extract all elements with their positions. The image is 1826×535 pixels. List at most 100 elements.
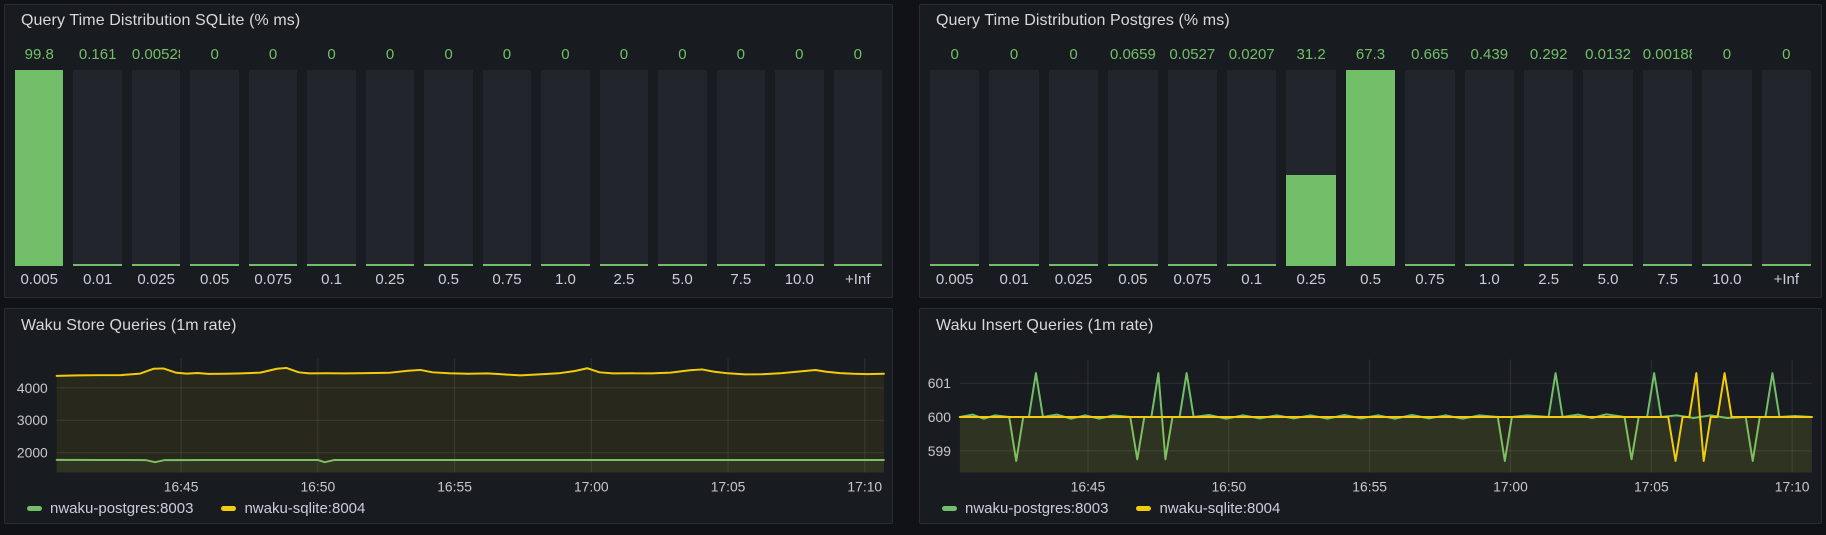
bar[interactable]: [1702, 70, 1751, 266]
bar[interactable]: [1643, 70, 1692, 266]
bucket-label: 10.0: [775, 271, 823, 288]
x-axis-tick-label: 16:50: [1211, 478, 1246, 494]
bar-value-label: 31.2: [1286, 46, 1335, 66]
bucket-label: 0.01: [989, 271, 1038, 288]
bucket-label: 2.5: [600, 271, 648, 288]
x-axis-tick-label: 16:55: [437, 478, 472, 494]
legend-item[interactable]: nwaku-postgres:8003: [942, 500, 1108, 517]
bar[interactable]: [190, 70, 238, 266]
legend-item[interactable]: nwaku-postgres:8003: [27, 500, 193, 517]
bar-fill: [307, 264, 355, 266]
bar[interactable]: [15, 70, 63, 266]
bar-value-label: 67.3: [1346, 46, 1395, 66]
bar-fill: [1168, 264, 1217, 266]
bar-fill: [1346, 70, 1395, 266]
bar[interactable]: [73, 70, 121, 266]
grafana-dashboard: { "colors": { "green": "#73BF69", "yello…: [0, 0, 1826, 535]
bars-row: [930, 70, 1811, 266]
panel-title[interactable]: Query Time Distribution Postgres (% ms): [930, 12, 1811, 34]
bar[interactable]: [132, 70, 180, 266]
bar-value-label: 0: [834, 46, 882, 66]
bar[interactable]: [600, 70, 648, 266]
bucket-label: 0.025: [132, 271, 180, 288]
bar[interactable]: [989, 70, 1038, 266]
bar[interactable]: [1524, 70, 1573, 266]
bar-value-label: 0: [600, 46, 648, 66]
bar[interactable]: [930, 70, 979, 266]
value-labels-row: 0000.06590.05270.020731.267.30.6650.4390…: [930, 46, 1811, 66]
bucket-label: 10.0: [1702, 271, 1751, 288]
bar[interactable]: [1583, 70, 1632, 266]
legend-swatch-yellow: [221, 506, 236, 511]
bar[interactable]: [1286, 70, 1335, 266]
bar-value-label: 0: [775, 46, 823, 66]
bucket-label: 0.25: [366, 271, 414, 288]
bar-value-label: 0: [424, 46, 472, 66]
store-queries-chart[interactable]: 20003000400016:4516:5016:5517:0017:0517:…: [5, 309, 892, 523]
bar[interactable]: [775, 70, 823, 266]
bar-fill: [483, 264, 531, 266]
y-axis-tick-label: 4000: [17, 380, 48, 396]
legend-item[interactable]: nwaku-sqlite:8004: [221, 500, 365, 517]
bar[interactable]: [249, 70, 297, 266]
bar-value-label: 0.439: [1465, 46, 1514, 66]
bar[interactable]: [1168, 70, 1217, 266]
bar[interactable]: [307, 70, 355, 266]
bucket-label: 7.5: [1643, 271, 1692, 288]
bar[interactable]: [1108, 70, 1157, 266]
bucket-label: 0.25: [1286, 271, 1335, 288]
bar-fill: [717, 264, 765, 266]
legend-label: nwaku-sqlite:8004: [1159, 500, 1280, 517]
bar[interactable]: [1227, 70, 1276, 266]
bar-fill: [366, 264, 414, 266]
bucket-label: 2.5: [1524, 271, 1573, 288]
bar-fill: [190, 264, 238, 266]
bar-value-label: 0: [366, 46, 414, 66]
bar-value-label: 0: [989, 46, 1038, 66]
x-axis-tick-label: 17:00: [574, 478, 609, 494]
bar-fill: [1762, 264, 1811, 266]
bar[interactable]: [1346, 70, 1395, 266]
bucket-label: 0.5: [424, 271, 472, 288]
bar-value-label: 0.292: [1524, 46, 1573, 66]
bar[interactable]: [366, 70, 414, 266]
bar-fill: [73, 264, 121, 266]
y-axis-tick-label: 3000: [17, 412, 48, 428]
bucket-label: 7.5: [717, 271, 765, 288]
panel-query-time-distribution-sqlite: Query Time Distribution SQLite (% ms) 99…: [4, 4, 893, 298]
bar-value-label: 0: [1702, 46, 1751, 66]
panel-query-time-distribution-postgres: Query Time Distribution Postgres (% ms) …: [919, 4, 1822, 298]
bar-value-label: 0.0659: [1108, 46, 1157, 66]
bar[interactable]: [424, 70, 472, 266]
bar[interactable]: [658, 70, 706, 266]
panel-title[interactable]: Waku Store Queries (1m rate): [21, 317, 237, 335]
bucket-label: 5.0: [658, 271, 706, 288]
x-axis-tick-label: 17:00: [1493, 478, 1528, 494]
bar[interactable]: [717, 70, 765, 266]
legend-label: nwaku-postgres:8003: [50, 500, 193, 517]
bar-fill: [1049, 264, 1098, 266]
bar-value-label: 0.0527: [1168, 46, 1217, 66]
bar[interactable]: [1465, 70, 1514, 266]
bar[interactable]: [1762, 70, 1811, 266]
y-axis-tick-label: 599: [928, 443, 951, 459]
bar-fill: [1702, 264, 1751, 266]
legend-item[interactable]: nwaku-sqlite:8004: [1136, 500, 1280, 517]
bar-value-label: 0: [1049, 46, 1098, 66]
bucket-label: 0.005: [15, 271, 63, 288]
panel-title[interactable]: Query Time Distribution SQLite (% ms): [15, 12, 882, 34]
insert-queries-chart[interactable]: 59960060116:4516:5016:5517:0017:0517:10: [920, 309, 1821, 523]
bar[interactable]: [483, 70, 531, 266]
bar[interactable]: [834, 70, 882, 266]
legend-label: nwaku-sqlite:8004: [244, 500, 365, 517]
panel-title[interactable]: Waku Insert Queries (1m rate): [936, 317, 1153, 335]
bar[interactable]: [1405, 70, 1454, 266]
bar-fill: [249, 264, 297, 266]
value-labels-row: 99.80.1610.00528000000000000: [15, 46, 882, 66]
bar[interactable]: [541, 70, 589, 266]
bar-fill: [1108, 264, 1157, 266]
y-axis-tick-label: 600: [928, 409, 951, 425]
bar[interactable]: [1049, 70, 1098, 266]
bucket-label: 0.05: [1108, 271, 1157, 288]
bucket-label: +Inf: [1762, 271, 1811, 288]
